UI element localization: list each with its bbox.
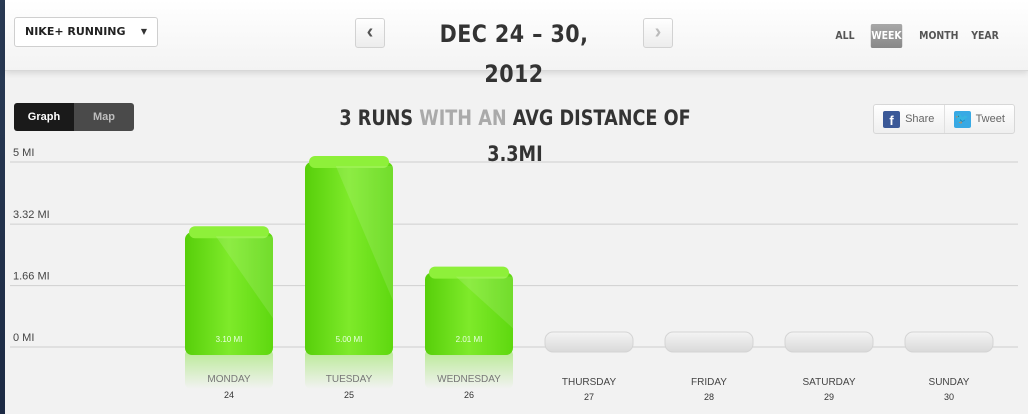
x-tick-label: SATURDAY — [803, 377, 856, 388]
app-select-value: NIKE+ RUNNING — [25, 25, 126, 38]
summary-runs: 3 RUNS — [339, 106, 420, 130]
twitter-icon: 🐦 — [953, 110, 971, 128]
empty-bar — [904, 331, 994, 353]
app-select-dropdown[interactable]: NIKE+ RUNNING ▼ — [14, 17, 158, 47]
next-week-button[interactable]: › — [643, 18, 673, 48]
x-tick-label: MONDAY — [207, 374, 250, 385]
date-label: 28 — [704, 392, 714, 402]
date-range-title: DEC 24 – 30, 2012 — [439, 20, 589, 88]
period-all-tab[interactable]: ALL — [833, 24, 857, 48]
facebook-share-label: Share — [905, 113, 935, 125]
y-tick-label: 0 MI — [13, 332, 34, 344]
graph-view-button[interactable]: Graph — [14, 103, 74, 131]
empty-bar — [784, 331, 874, 353]
bar-value-label: 3.10 MI — [216, 335, 243, 344]
x-tick-label: TUESDAY — [326, 374, 373, 385]
twitter-tweet-button[interactable]: 🐦 Tweet — [943, 105, 1015, 133]
y-tick-label: 5 MI — [13, 147, 34, 159]
x-tick-label: SUNDAY — [929, 377, 970, 388]
date-label: 26 — [464, 390, 474, 400]
bar-value-label: 2.01 MI — [456, 335, 483, 344]
x-tick-label: WEDNESDAY — [437, 374, 501, 385]
date-label: 25 — [344, 390, 354, 400]
date-label: 29 — [824, 392, 834, 402]
date-label: 30 — [944, 392, 954, 402]
empty-bar — [544, 331, 634, 353]
previous-week-button[interactable]: ‹ — [355, 18, 385, 48]
facebook-share-button[interactable]: f Share — [874, 105, 944, 133]
weekly-distance-chart: 5 MI 3.32 MI 1.66 MI 0 MI 3.10 MI MONDAY 24 5.… — [10, 147, 1018, 402]
date-label: 24 — [224, 390, 234, 400]
view-toggle: Graph Map — [14, 103, 134, 131]
period-month-tab[interactable]: MONTH — [919, 24, 958, 48]
y-tick-label: 1.66 MI — [13, 271, 50, 283]
date-label: 27 — [584, 392, 594, 402]
bar-value-label: 5.00 MI — [336, 335, 363, 344]
period-week-tab[interactable]: WEEK — [870, 24, 903, 48]
summary-connector: WITH AN — [419, 106, 513, 130]
social-share-group: f Share 🐦 Tweet — [873, 104, 1015, 134]
x-tick-label: THURSDAY — [562, 377, 617, 388]
facebook-icon: f — [883, 110, 901, 128]
x-tick-label: FRIDAY — [691, 377, 727, 388]
chevron-left-icon: ‹ — [366, 21, 374, 43]
twitter-tweet-label: Tweet — [975, 113, 1005, 125]
chevron-down-icon: ▼ — [140, 27, 147, 36]
empty-bar — [664, 331, 754, 353]
y-tick-label: 3.32 MI — [13, 209, 50, 221]
chevron-right-icon: › — [654, 21, 662, 43]
top-toolbar: NIKE+ RUNNING ▼ ‹ DEC 24 – 30, 2012 › AL… — [5, 0, 1028, 88]
map-view-button[interactable]: Map — [74, 103, 134, 131]
period-year-tab[interactable]: YEAR — [971, 24, 1000, 48]
